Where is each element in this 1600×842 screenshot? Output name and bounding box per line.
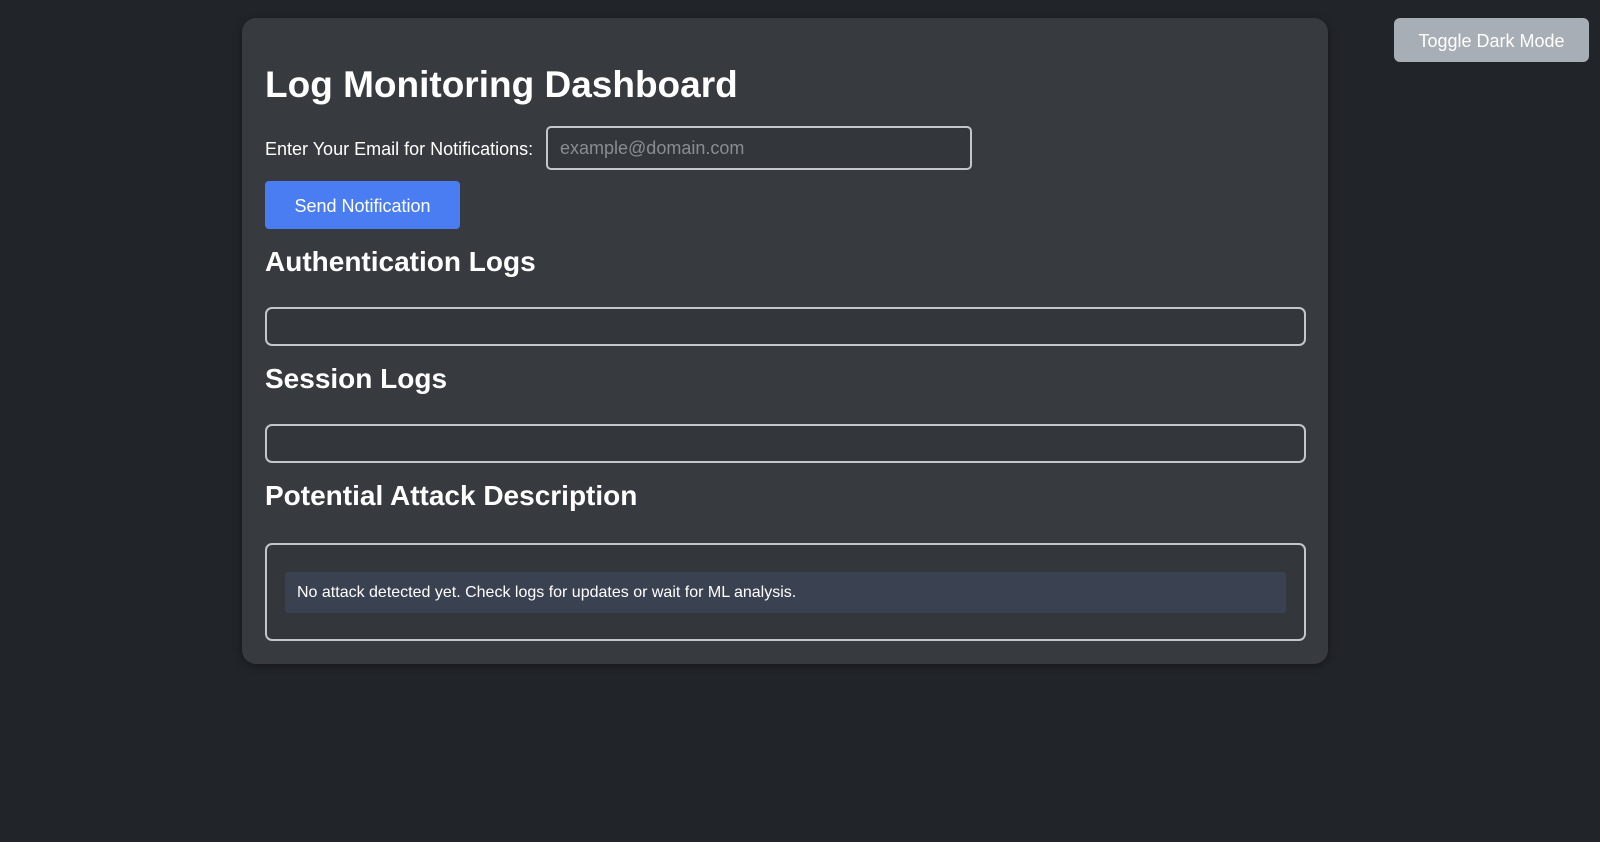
email-label: Enter Your Email for Notifications: [265,139,534,159]
attack-status-message: No attack detected yet. Check logs for u… [285,572,1286,613]
send-notification-button[interactable]: Send Notification [265,181,460,229]
session-logs-heading: Session Logs [265,363,448,394]
session-logs-box [265,424,1306,463]
email-input[interactable] [546,126,972,170]
toggle-dark-mode-button[interactable]: Toggle Dark Mode [1394,18,1589,62]
potential-attack-heading: Potential Attack Description [265,480,638,511]
authentication-logs-heading: Authentication Logs [265,246,536,277]
page-title: Log Monitoring Dashboard [265,64,738,105]
attack-description-box: No attack detected yet. Check logs for u… [265,543,1306,641]
authentication-logs-box [265,307,1306,346]
dashboard-panel: Log Monitoring Dashboard Enter Your Emai… [242,18,1328,664]
